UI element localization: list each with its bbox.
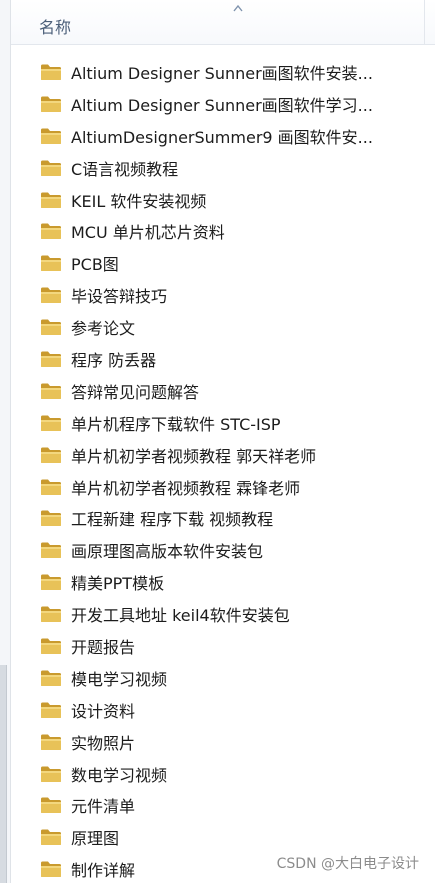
file-name: PCB图 [71,255,119,275]
file-row[interactable]: Altium Designer Sunner画图软件学习... [40,88,425,120]
name-column-header[interactable]: 名称 [39,14,71,38]
folder-icon [41,447,61,463]
folder-icon [41,829,61,846]
file-name: 毕设答辩技巧 [71,287,168,307]
folder-icon [41,255,61,272]
file-row[interactable]: 开题报告 [40,630,425,662]
folder-icon [41,383,61,399]
file-name: 单片机初学者视频教程 郭天祥老师 [71,446,317,466]
folder-icon [41,319,61,336]
folder-icon [41,670,61,686]
folder-icon [41,128,61,144]
folder-icon [41,415,61,431]
file-row[interactable]: 开发工具地址 keil4软件安装包 [40,598,425,630]
file-row[interactable]: 单片机初学者视频教程 郭天祥老师 [40,439,425,471]
column-divider[interactable] [424,0,425,44]
file-row[interactable]: 答辩常见问题解答 [40,375,425,407]
file-list: Altium Designer Sunner画图软件安装... Altium D… [40,56,425,883]
folder-icon [41,766,61,782]
file-name: MCU 单片机芯片资料 [71,223,225,243]
column-header[interactable]: 名称 [11,0,435,45]
folder-icon [41,64,61,80]
file-row[interactable]: PCB图 [40,247,425,279]
folder-icon [41,223,61,240]
file-row[interactable]: AltiumDesignerSummer9 画图软件安... [40,120,425,152]
folder-icon [41,192,61,208]
sort-ascending-icon [233,4,243,12]
folder-icon [41,797,61,814]
scrollbar-thumb[interactable] [0,665,7,883]
file-row[interactable]: MCU 单片机芯片资料 [40,215,425,247]
file-name: 程序 防丢器 [71,350,157,370]
file-name: Altium Designer Sunner画图软件安装... [71,63,373,83]
file-name: 答辩常见问题解答 [71,382,200,402]
file-name: C语言视频教程 [71,159,179,179]
folder-icon [41,638,61,654]
file-name: 参考论文 [71,319,136,339]
file-row[interactable]: 精美PPT模板 [40,566,425,598]
file-row[interactable]: 参考论文 [40,311,425,343]
folder-icon [41,542,61,559]
folder-icon [41,734,61,750]
folder-icon [41,479,61,495]
left-scrollbar[interactable] [0,0,11,883]
file-explorer-window: 名称 Altium Designer Sunner画图软件安装... Altiu… [0,0,435,883]
folder-icon [41,702,61,718]
file-name: 数电学习视频 [71,765,168,785]
file-row[interactable]: 设计资料 [40,694,425,726]
file-name: Altium Designer Sunner画图软件学习... [71,95,373,115]
folder-icon [41,287,61,304]
folder-icon [41,606,61,623]
file-name: 画原理图高版本软件安装包 [71,542,264,562]
file-name: 单片机程序下载软件 STC-ISP [71,414,281,434]
file-row[interactable]: KEIL 软件安装视频 [40,184,425,216]
folder-icon [41,160,61,176]
file-name: 制作详解 [71,861,136,881]
file-row[interactable]: 单片机程序下载软件 STC-ISP [40,407,425,439]
watermark: CSDN @大白电子设计 [276,856,419,872]
file-row[interactable]: 工程新建 程序下载 视频教程 [40,502,425,534]
file-name: 开题报告 [71,637,136,657]
file-name: 原理图 [71,829,120,849]
file-name: 模电学习视频 [71,669,168,689]
file-row[interactable]: 元件清单 [40,789,425,821]
folder-icon [41,96,61,112]
folder-icon [41,574,61,591]
file-name: KEIL 软件安装视频 [71,191,207,211]
folder-icon [41,861,61,878]
file-row[interactable]: 单片机初学者视频教程 霖锋老师 [40,471,425,503]
file-row[interactable]: 数电学习视频 [40,758,425,790]
file-row[interactable]: 原理图 [40,821,425,853]
file-name: 设计资料 [71,701,136,721]
file-row[interactable]: Altium Designer Sunner画图软件安装... [40,56,425,88]
file-name: 精美PPT模板 [71,574,165,594]
file-row[interactable]: C语言视频教程 [40,152,425,184]
file-name: 工程新建 程序下载 视频教程 [71,510,274,530]
file-name: 开发工具地址 keil4软件安装包 [71,606,290,626]
file-name: 单片机初学者视频教程 霖锋老师 [71,478,301,498]
file-row[interactable]: 毕设答辩技巧 [40,279,425,311]
file-row[interactable]: 模电学习视频 [40,662,425,694]
file-name: 实物照片 [71,733,136,753]
file-name: 元件清单 [71,797,136,817]
file-row[interactable]: 实物照片 [40,726,425,758]
folder-icon [41,351,61,367]
file-row[interactable]: 程序 防丢器 [40,343,425,375]
file-name: AltiumDesignerSummer9 画图软件安... [71,127,373,147]
file-row[interactable]: 画原理图高版本软件安装包 [40,534,425,566]
folder-icon [41,510,61,527]
